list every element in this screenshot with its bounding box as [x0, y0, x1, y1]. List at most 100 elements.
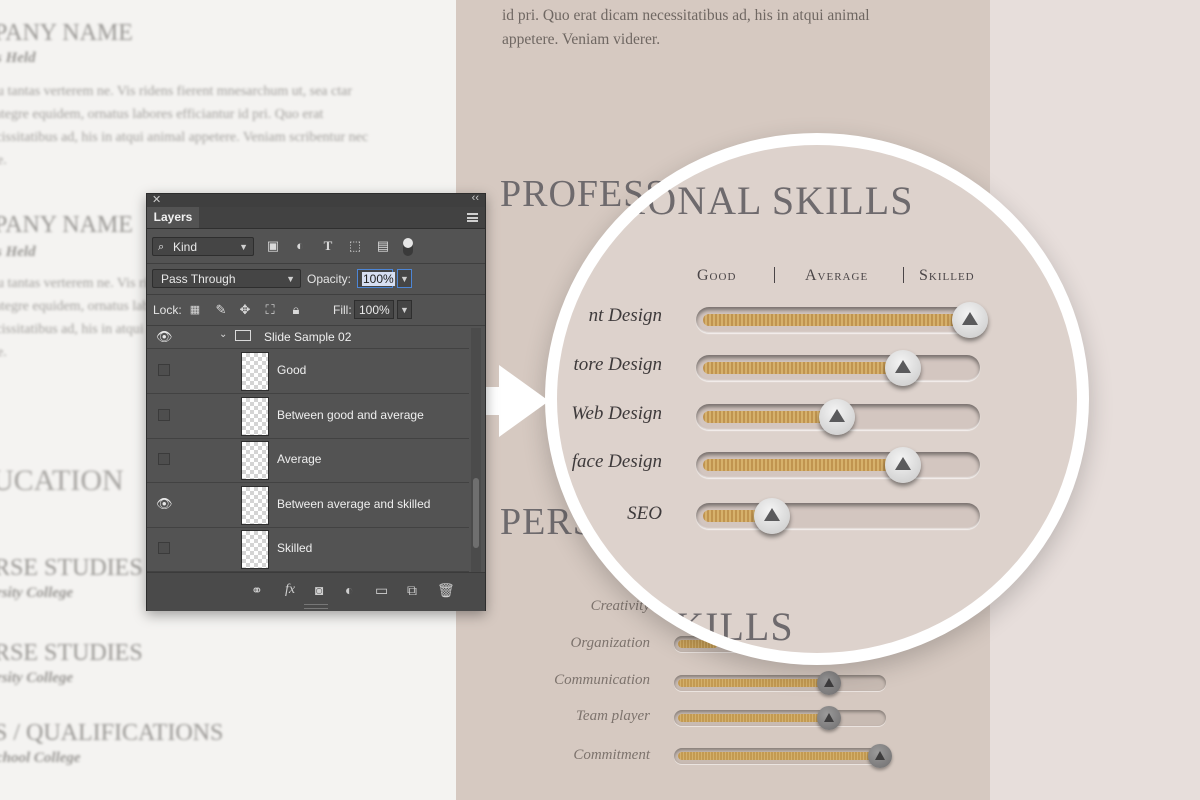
course-subtitle: rsity College [0, 585, 74, 601]
resize-grip[interactable] [304, 604, 328, 609]
new-layer-icon[interactable]: ⧉ [407, 582, 417, 599]
opacity-dropdown[interactable]: ▼ [397, 269, 412, 288]
opacity-value: 100% [362, 272, 395, 286]
fill-dropdown[interactable]: ▼ [397, 300, 412, 319]
skill-label: SEO [627, 503, 662, 524]
lock-label: Lock: [153, 303, 182, 317]
skill-label: tore Design [573, 354, 662, 375]
visibility-toggle[interactable] [158, 453, 170, 465]
opacity-input[interactable]: 100% [357, 269, 395, 288]
slider-knob[interactable] [817, 706, 841, 730]
filter-kind-select[interactable]: ⌕ Kind ▼ [152, 237, 254, 256]
layer-group-row[interactable]: 👁︎ ⌄ Slide Sample 02 [147, 326, 469, 349]
layer-row[interactable]: Good [147, 349, 469, 394]
layers-scrollbar[interactable] [471, 328, 481, 572]
chevron-down-icon: ▼ [239, 242, 248, 252]
layer-row[interactable]: Average [147, 438, 469, 483]
slider-knob[interactable] [885, 350, 921, 386]
layer-thumbnail [241, 530, 269, 569]
skill-label: Communication [554, 672, 650, 688]
chevron-down-icon[interactable]: ⌄ [219, 329, 227, 340]
skill-slider[interactable] [696, 503, 980, 529]
course-subtitle: rsity College [0, 670, 74, 686]
trash-icon[interactable]: 🗑︎ [437, 582, 455, 599]
layer-thumbnail [241, 441, 269, 480]
layers-panel: ✕ ‹‹ Layers ⌕ Kind ▼ ▣ ◐ T ⬚ ▤ Pass Thro… [146, 192, 486, 611]
slider-knob[interactable] [819, 399, 855, 435]
close-icon[interactable]: ✕ [152, 193, 161, 206]
header-divider [774, 267, 775, 283]
scrollbar-thumb[interactable] [473, 478, 479, 548]
blend-row: Pass Through ▼ Opacity: 100% ▼ [147, 264, 485, 295]
education-title: UCATION [0, 464, 124, 497]
skill-label: Team player [575, 708, 650, 724]
layer-row[interactable]: Skilled [147, 527, 469, 572]
layer-thumbnail [241, 486, 269, 525]
lock-artboard-icon[interactable]: ⛶ [262, 302, 278, 318]
skill-slider[interactable] [696, 307, 980, 333]
visibility-toggle[interactable] [158, 542, 170, 554]
smart-object-filter-icon[interactable]: ▤ [375, 238, 391, 254]
filter-row: ⌕ Kind ▼ ▣ ◐ T ⬚ ▤ [147, 229, 485, 264]
layer-name: Between average and skilled [277, 497, 431, 511]
skill-label: nt Design [588, 305, 662, 326]
magnifier-content: PROFESSIONAL SKILLS SKILLS Good Average … [557, 145, 1077, 653]
mask-icon[interactable]: ◙ [315, 582, 323, 598]
layer-name: Good [277, 363, 307, 377]
filter-toggle[interactable] [403, 238, 413, 256]
professional-skills-title-zoomed: PROFESSIONAL SKILLS [557, 178, 914, 223]
fx-icon[interactable]: fx [285, 582, 295, 598]
slider-knob[interactable] [885, 447, 921, 483]
link-icon[interactable]: ⚭ [251, 582, 263, 599]
search-icon: ⌕ [158, 241, 165, 253]
blend-mode-select[interactable]: Pass Through ▼ [152, 269, 301, 288]
lock-transparency-icon[interactable]: ▦ [187, 302, 203, 318]
filter-kind-value: Kind [173, 240, 198, 254]
course-subtitle: chool College [0, 750, 81, 766]
skill-label: face Design [571, 451, 662, 472]
panel-footer: ⚭ fx ◙ ◐ ▭ ⧉ 🗑︎ [147, 572, 485, 611]
fill-label: Fill: [333, 303, 352, 317]
slider-knob[interactable] [754, 498, 790, 534]
panel-tabs: Layers [147, 207, 485, 229]
skill-slider[interactable] [674, 710, 886, 726]
slider-knob[interactable] [868, 744, 892, 768]
visibility-toggle[interactable] [158, 364, 170, 376]
layer-name: Average [277, 452, 322, 466]
job-subtitle: s Held [0, 50, 36, 66]
slider-knob[interactable] [817, 671, 841, 695]
layer-row[interactable]: 👁︎ Between average and skilled [147, 483, 469, 528]
folder-icon [235, 330, 251, 341]
eye-icon[interactable]: 👁︎ [156, 329, 173, 345]
visibility-toggle[interactable] [158, 409, 170, 421]
lock-move-icon[interactable]: ✥ [237, 302, 253, 318]
adjustment-filter-icon[interactable]: ◐ [292, 238, 308, 254]
layer-row[interactable]: Between good and average [147, 394, 469, 439]
lock-brush-icon[interactable]: ✎ [213, 302, 229, 318]
skill-label: Web Design [571, 403, 662, 424]
eye-icon[interactable]: 👁︎ [156, 496, 173, 512]
course-title: RSE STUDIES [0, 555, 143, 581]
adjustment-icon[interactable]: ◐ [345, 582, 353, 598]
pixel-layer-filter-icon[interactable]: ▣ [265, 238, 281, 254]
blend-mode-value: Pass Through [161, 272, 236, 286]
intro-text: id pri. Quo erat dicam necessitatibus ad… [502, 7, 870, 48]
panel-menu-icon[interactable] [467, 213, 478, 222]
fill-input[interactable]: 100% [354, 300, 394, 319]
slider-knob[interactable] [952, 302, 988, 338]
lock-all-icon[interactable]: 🔒︎ [288, 302, 304, 318]
opacity-label: Opacity: [307, 272, 352, 286]
skill-slider[interactable] [696, 452, 980, 478]
skill-slider[interactable] [674, 748, 886, 764]
collapse-icon[interactable]: ‹‹ [472, 192, 479, 204]
skill-slider[interactable] [674, 675, 886, 691]
type-filter-icon[interactable]: T [320, 238, 336, 254]
shape-filter-icon[interactable]: ⬚ [347, 238, 363, 254]
skill-label: Organization [570, 635, 650, 651]
panel-titlebar: ✕ ‹‹ [147, 192, 485, 207]
group-name: Slide Sample 02 [264, 330, 352, 344]
skill-slider[interactable] [696, 355, 980, 381]
job-text: bu tantas verterem ne. Vis ridens fieren… [0, 84, 369, 168]
folder-icon[interactable]: ▭ [375, 582, 388, 599]
tab-layers[interactable]: Layers [147, 207, 199, 228]
